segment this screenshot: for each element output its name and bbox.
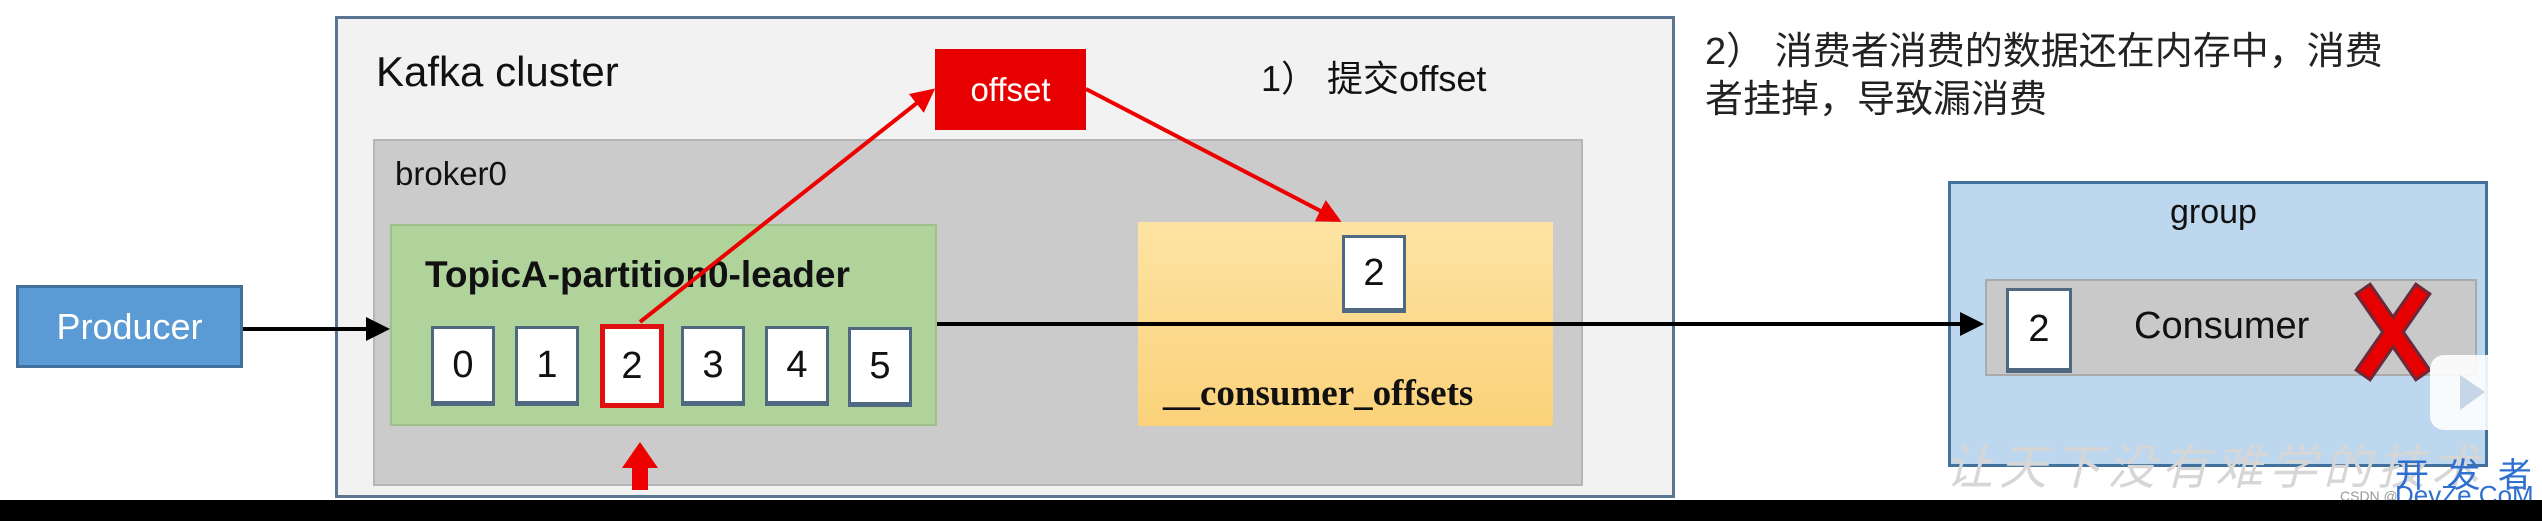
current-position-arrow-icon (622, 442, 658, 490)
bottom-black-bar (0, 500, 2542, 521)
explanation-note: 2） 消费者消费的数据还在内存中，消费 者挂掉，导致漏消费 (1705, 28, 2383, 124)
commit-arrow (638, 88, 936, 324)
red-x-icon (2354, 282, 2432, 382)
note-line-1: 2） 消费者消费的数据还在内存中，消费 (1705, 31, 2383, 73)
play-icon (2430, 355, 2510, 430)
note-line-2: 者挂掉，导致漏消费 (1705, 79, 2048, 121)
store-offset-arrow (1085, 87, 1342, 222)
